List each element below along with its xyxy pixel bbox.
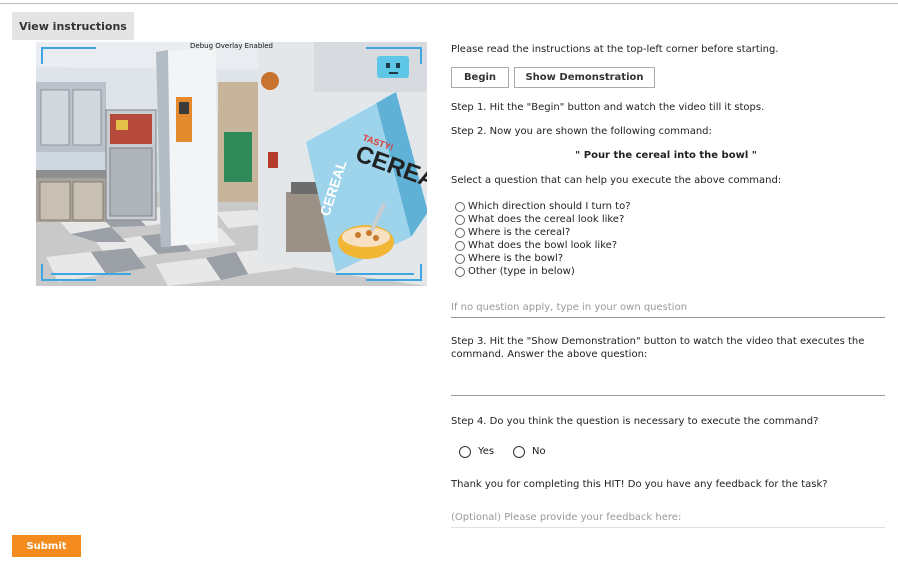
question-option[interactable]: Which direction should I turn to? [455, 200, 631, 213]
radio-icon[interactable] [455, 253, 465, 264]
kitchen-scene-image: CEREAL CEREAL TASTY! [36, 42, 427, 286]
show-demonstration-button[interactable]: Show Demonstration [514, 67, 655, 88]
video-frame[interactable]: CEREAL CEREAL TASTY! Debug Overlay Enabl… [36, 42, 427, 286]
question-label: Which direction should I turn to? [468, 201, 631, 212]
debug-overlay-title: Debug Overlay Enabled [190, 42, 273, 50]
question-option[interactable]: Where is the cereal? [455, 226, 570, 239]
step3-text: Step 3. Hit the "Show Demonstration" but… [451, 336, 865, 360]
question-label: Where is the bowl? [468, 253, 564, 264]
top-divider [0, 3, 898, 4]
command-text: " Pour the cereal into the bowl " [575, 150, 757, 161]
no-option[interactable]: No [513, 445, 546, 458]
radio-icon[interactable] [455, 227, 465, 238]
thanks-text: Thank you for completing this HIT! Do yo… [451, 479, 828, 490]
radio-icon[interactable] [455, 266, 465, 277]
view-instructions-button[interactable]: View instructions [12, 12, 134, 40]
question-label: Where is the cereal? [468, 227, 571, 238]
radio-icon[interactable] [455, 214, 465, 225]
question-option[interactable]: What does the cereal look like? [455, 213, 624, 226]
step2-text: Step 2. Now you are shown the following … [451, 126, 712, 137]
feedback-input[interactable] [451, 512, 885, 528]
step1-text: Step 1. Hit the "Begin" button and watch… [451, 102, 765, 113]
robot-face-icon [377, 56, 409, 78]
begin-button[interactable]: Begin [451, 67, 509, 88]
question-option[interactable]: Where is the bowl? [455, 252, 563, 265]
question-label: What does the bowl look like? [468, 240, 618, 251]
submit-button[interactable]: Submit [12, 535, 81, 557]
question-label: What does the cereal look like? [468, 214, 625, 225]
own-question-input[interactable] [451, 302, 885, 318]
yes-option[interactable]: Yes [459, 445, 494, 458]
radio-icon[interactable] [513, 445, 525, 458]
question-option[interactable]: Other (type in below) [455, 265, 575, 278]
select-prompt: Select a question that can help you exec… [451, 175, 782, 186]
radio-icon[interactable] [455, 240, 465, 251]
no-label: No [532, 446, 546, 457]
radio-icon[interactable] [455, 201, 465, 212]
intro-text: Please read the instructions at the top-… [451, 44, 779, 55]
question-label: Other (type in below) [468, 266, 575, 277]
question-option[interactable]: What does the bowl look like? [455, 239, 617, 252]
step4-text: Step 4. Do you think the question is nec… [451, 416, 819, 427]
answer-input[interactable] [451, 380, 885, 396]
radio-icon[interactable] [459, 445, 471, 458]
yes-label: Yes [478, 446, 495, 457]
